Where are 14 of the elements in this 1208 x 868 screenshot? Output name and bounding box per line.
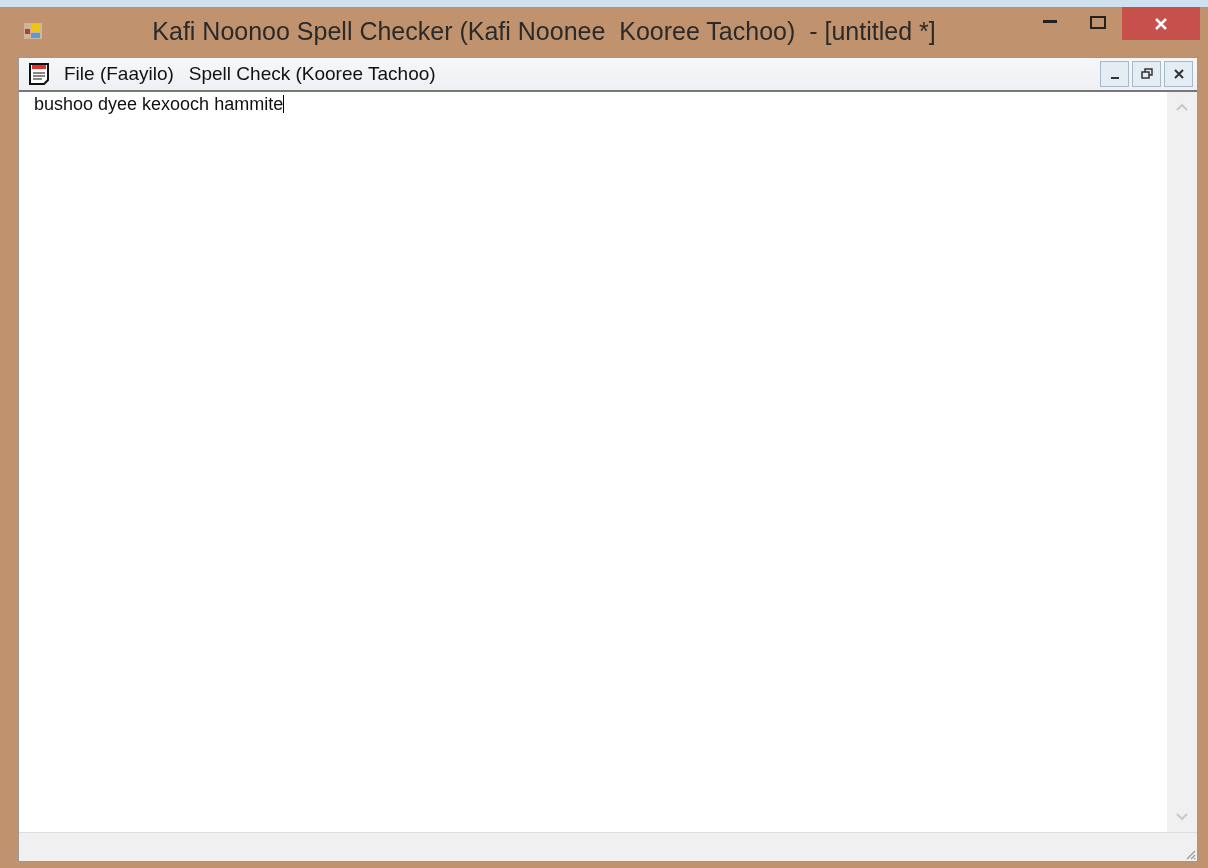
minimize-button[interactable] (1100, 61, 1129, 87)
minimize-icon (1110, 77, 1119, 79)
maximize-icon (1090, 15, 1106, 29)
menu-item[interactable]: File (Faayilo) (61, 63, 186, 85)
menu-item[interactable]: Spell Check (Kooree Tachoo) (185, 63, 448, 85)
restore-icon (1140, 68, 1153, 80)
close-button[interactable] (1164, 61, 1193, 87)
minimize-icon (1043, 20, 1057, 24)
app-icon (24, 23, 42, 39)
resize-grip-icon[interactable] (1184, 848, 1196, 860)
close-icon (1173, 69, 1184, 79)
close-icon (1154, 16, 1168, 31)
window-title: Kafi Noonoo Spell Checker (Kafi Noonee Kooree Tachoo) - [untitled *] (151, 17, 937, 46)
restore-button[interactable] (1132, 61, 1161, 87)
